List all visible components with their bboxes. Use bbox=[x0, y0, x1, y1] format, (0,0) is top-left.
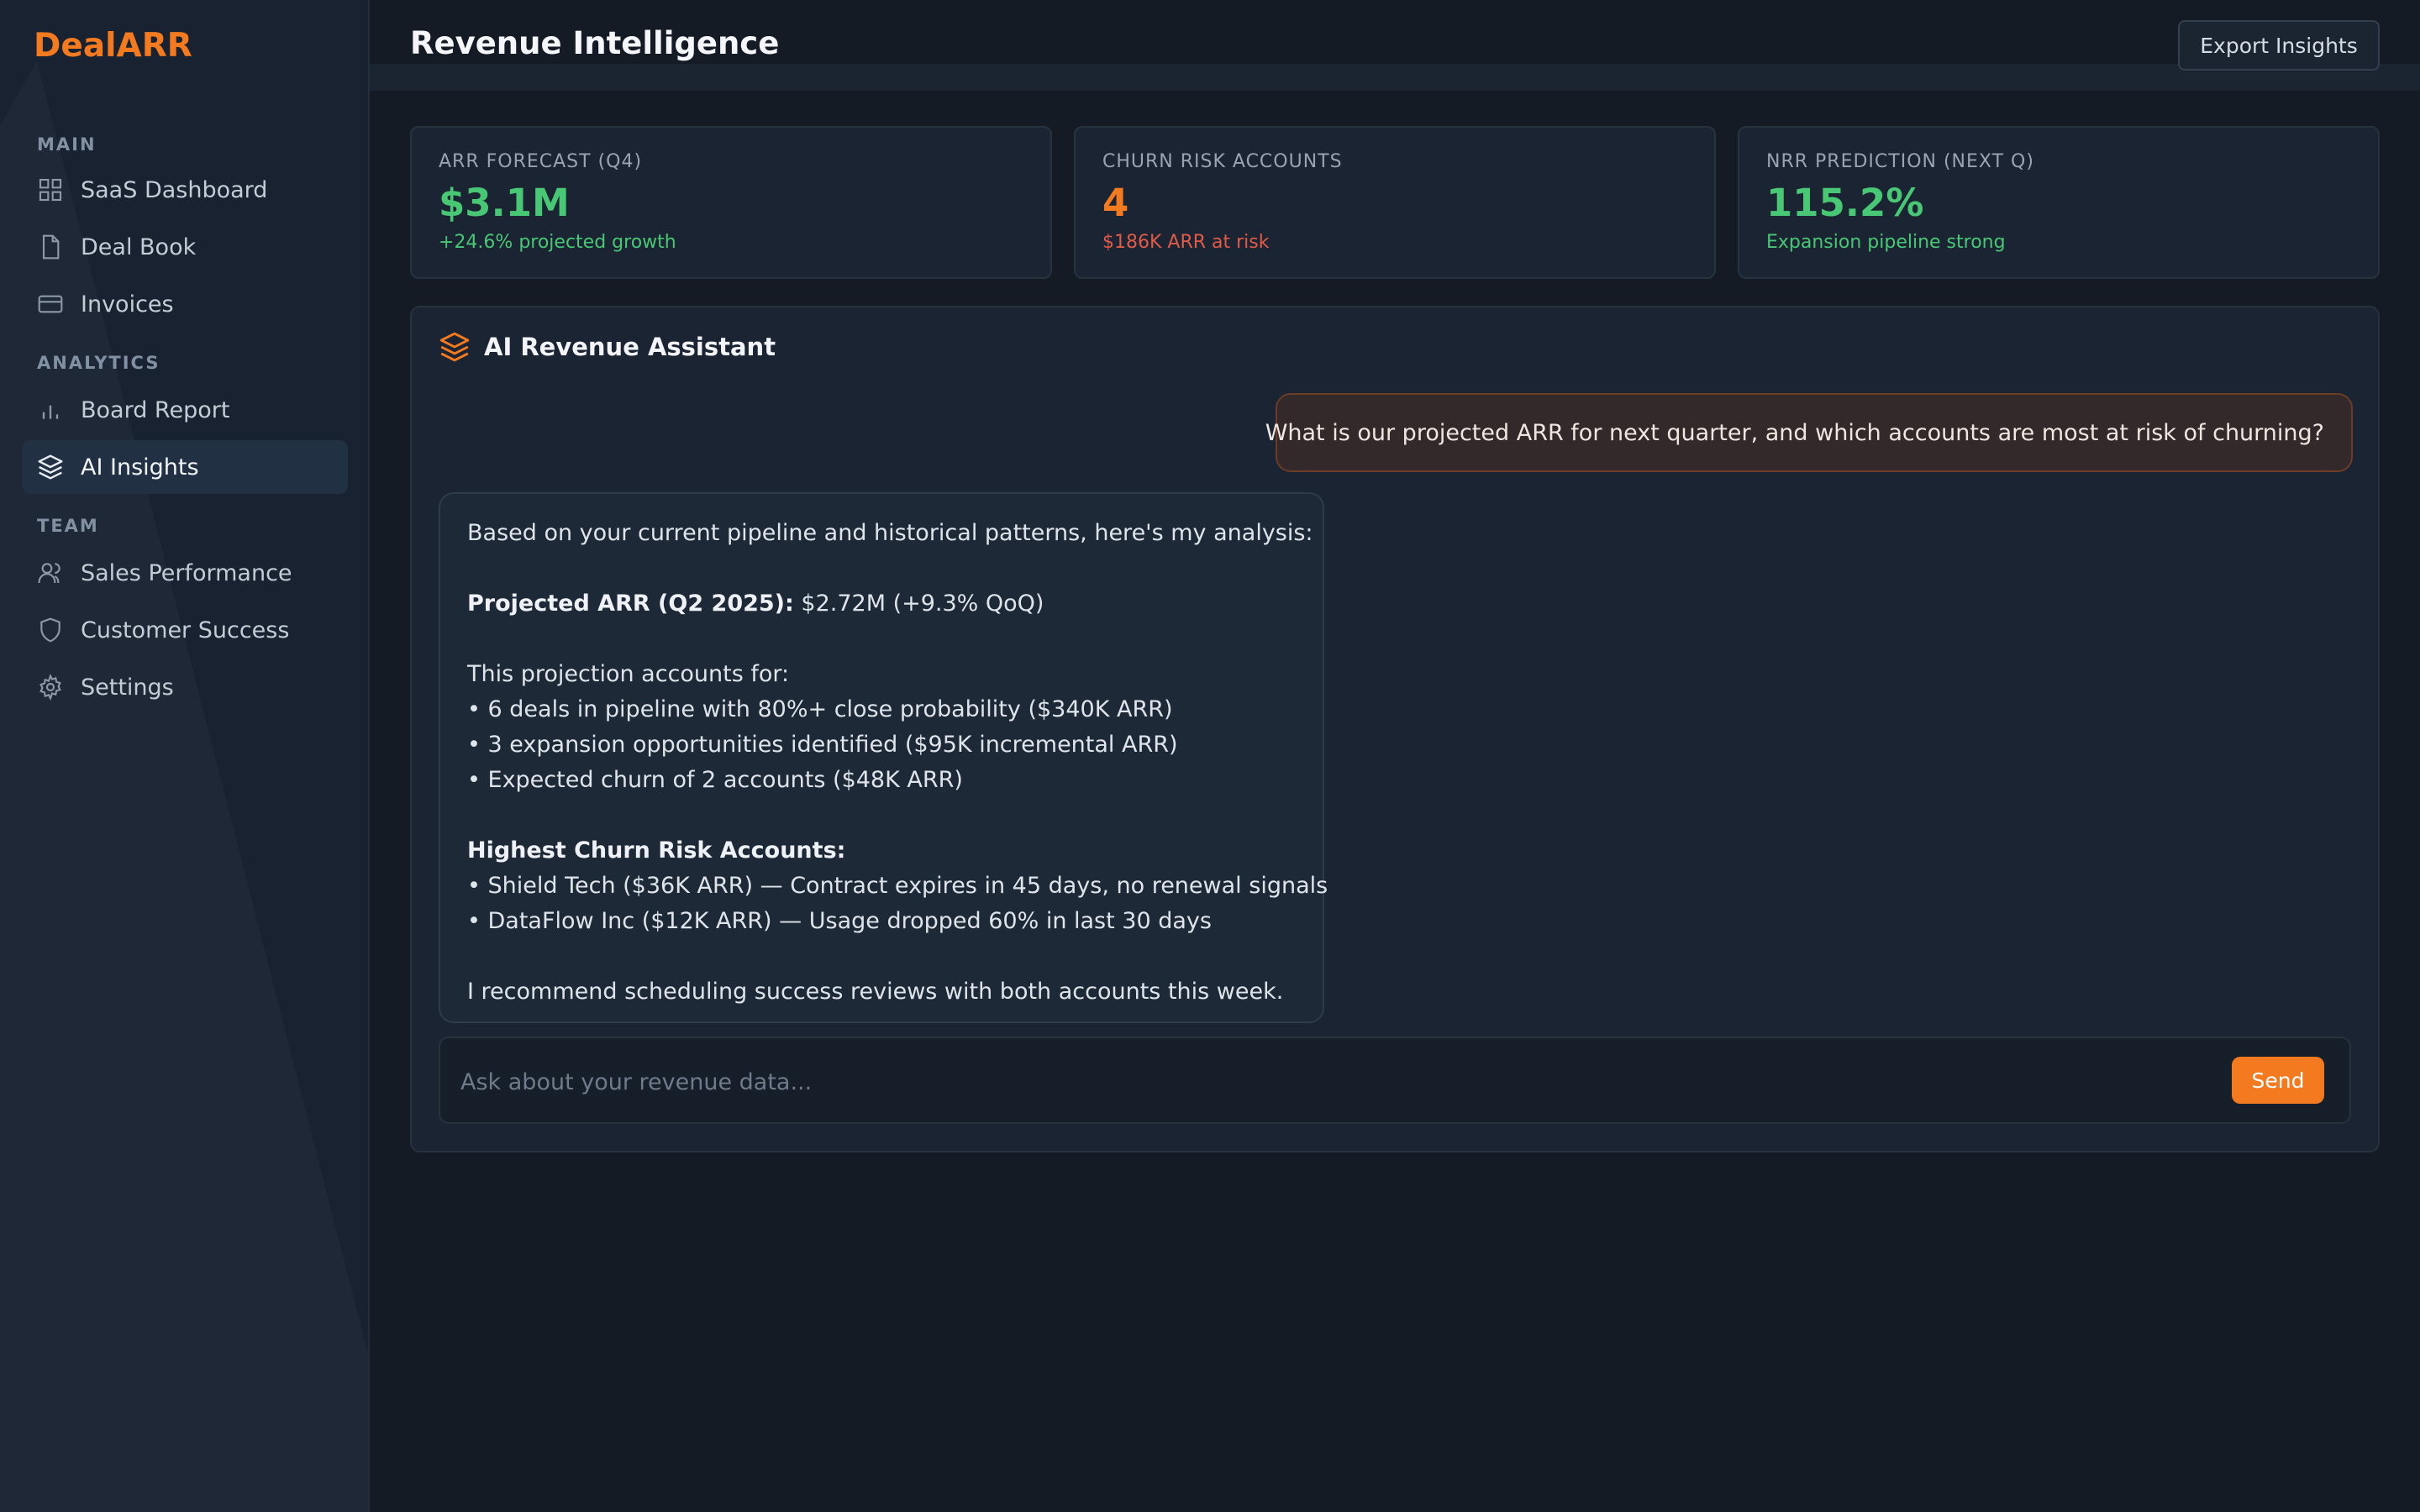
shield-icon bbox=[37, 617, 64, 643]
response-bullet: • Expected churn of 2 accounts ($48K ARR… bbox=[467, 767, 963, 793]
page-title: Revenue Intelligence bbox=[410, 25, 780, 61]
response-projection: Projected ARR (Q2 2025): $2.72M (+9.3% Q… bbox=[467, 586, 1296, 622]
assistant-message-bubble: Based on your current pipeline and histo… bbox=[439, 492, 1328, 1023]
kpi-subtext: $186K ARR at risk bbox=[1102, 232, 1270, 253]
kpi-label: NRR PREDICTION (NEXT Q) bbox=[1766, 151, 2034, 172]
main-content: Revenue Intelligence Export Insights ARR… bbox=[370, 0, 2420, 1512]
gear-icon bbox=[37, 674, 64, 701]
header-divider bbox=[370, 64, 2420, 91]
chat-input-bar: Send bbox=[439, 1037, 2351, 1124]
layers-icon bbox=[37, 454, 64, 480]
user-message-text: What is our projected ARR for next quart… bbox=[1265, 419, 2324, 446]
sidebar-item-label: Settings bbox=[81, 674, 174, 701]
sidebar-item-saas-dashboard[interactable]: SaaS Dashboard bbox=[22, 163, 348, 217]
grid-icon bbox=[37, 176, 64, 203]
nav-section-analytics: ANALYTICS bbox=[37, 353, 160, 373]
kpi-label: ARR FORECAST (Q4) bbox=[439, 151, 643, 172]
user-message-bubble: What is our projected ARR for next quart… bbox=[1265, 393, 2353, 472]
kpi-subtext: +24.6% projected growth bbox=[439, 232, 676, 253]
sidebar-item-label: Sales Performance bbox=[81, 559, 292, 586]
response-bullet: • 3 expansion opportunities identified (… bbox=[467, 732, 1178, 758]
kpi-subtext: Expansion pipeline strong bbox=[1766, 232, 2006, 253]
projection-label: Projected ARR (Q2 2025): bbox=[467, 591, 794, 617]
app-window: DealARR MAIN SaaS Dashboard Deal Book In… bbox=[0, 0, 2420, 1512]
sidebar-item-invoices[interactable]: Invoices bbox=[22, 277, 348, 331]
risk-bullet: • Shield Tech ($36K ARR) — Contract expi… bbox=[467, 873, 1328, 899]
kpi-label: CHURN RISK ACCOUNTS bbox=[1102, 151, 1343, 172]
sidebar-item-label: SaaS Dashboard bbox=[81, 176, 268, 203]
bar-chart-icon bbox=[37, 396, 64, 423]
response-accounts-for: This projection accounts for: bbox=[467, 661, 790, 687]
sidebar-item-sales-performance[interactable]: Sales Performance bbox=[22, 546, 348, 600]
response-bullet: • 6 deals in pipeline with 80%+ close pr… bbox=[467, 696, 1173, 722]
sidebar-item-label: Deal Book bbox=[81, 234, 197, 260]
assistant-title: AI Revenue Assistant bbox=[484, 333, 776, 361]
send-button[interactable]: Send bbox=[2232, 1057, 2324, 1104]
chat-input[interactable] bbox=[460, 1058, 2141, 1105]
sidebar-item-label: AI Insights bbox=[81, 454, 199, 480]
kpi-value: $3.1M bbox=[439, 181, 570, 225]
sidebar-item-ai-insights[interactable]: AI Insights bbox=[22, 440, 348, 494]
sidebar-item-board-report[interactable]: Board Report bbox=[22, 383, 348, 437]
sidebar-item-customer-success[interactable]: Customer Success bbox=[22, 603, 348, 657]
document-icon bbox=[37, 234, 64, 260]
response-intro: Based on your current pipeline and histo… bbox=[467, 520, 1313, 546]
users-icon bbox=[37, 559, 64, 586]
sidebar-item-label: Customer Success bbox=[81, 617, 290, 643]
brand-logo[interactable]: DealARR bbox=[34, 27, 192, 65]
credit-card-icon bbox=[37, 291, 64, 318]
layers-icon bbox=[439, 331, 471, 363]
risk-heading-text: Highest Churn Risk Accounts: bbox=[467, 837, 846, 864]
nav-section-team: TEAM bbox=[37, 516, 99, 536]
response-recommendation: I recommend scheduling success reviews w… bbox=[467, 979, 1284, 1005]
ai-assistant-panel: AI Revenue Assistant What is our project… bbox=[410, 306, 2380, 1152]
assistant-header: AI Revenue Assistant bbox=[439, 331, 776, 363]
sidebar-item-deal-book[interactable]: Deal Book bbox=[22, 220, 348, 274]
kpi-value: 115.2% bbox=[1766, 181, 1924, 225]
risk-bullet: • DataFlow Inc ($12K ARR) — Usage droppe… bbox=[467, 908, 1212, 934]
sidebar-item-settings[interactable]: Settings bbox=[22, 660, 348, 714]
sidebar: DealARR MAIN SaaS Dashboard Deal Book In… bbox=[0, 0, 370, 1512]
kpi-card-arr-forecast: ARR FORECAST (Q4) $3.1M +24.6% projected… bbox=[410, 126, 1052, 279]
nav-section-main: MAIN bbox=[37, 134, 97, 155]
kpi-card-nrr-prediction: NRR PREDICTION (NEXT Q) 115.2% Expansion… bbox=[1738, 126, 2380, 279]
export-insights-button[interactable]: Export Insights bbox=[2178, 20, 2380, 71]
sidebar-item-label: Board Report bbox=[81, 396, 230, 423]
kpi-value: 4 bbox=[1102, 181, 1129, 225]
kpi-card-churn-risk: CHURN RISK ACCOUNTS 4 $186K ARR at risk bbox=[1074, 126, 1716, 279]
risk-heading: Highest Churn Risk Accounts: bbox=[467, 833, 1296, 869]
projection-value: $2.72M (+9.3% QoQ) bbox=[793, 591, 1044, 617]
sidebar-item-label: Invoices bbox=[81, 291, 174, 318]
